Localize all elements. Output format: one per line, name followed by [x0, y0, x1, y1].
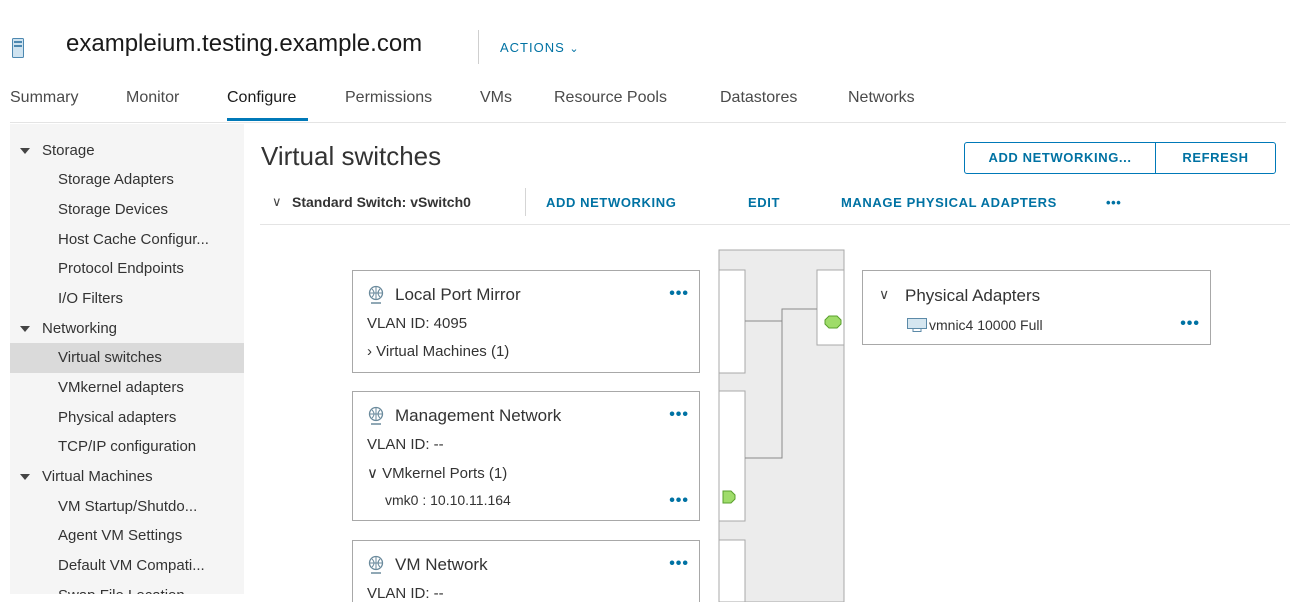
add-networking-button[interactable]: ADD NETWORKING... — [965, 143, 1156, 173]
manage-physical-adapters-link[interactable]: MANAGE PHYSICAL ADAPTERS — [841, 195, 1057, 210]
sidebar-group-virtual-machines[interactable]: Virtual Machines — [10, 462, 244, 492]
expander-label: VMkernel Ports (1) — [382, 465, 508, 482]
sidebar-item-vmkernel-adapters[interactable]: VMkernel adapters — [10, 373, 244, 403]
switch-name: Standard Switch: vSwitch0 — [292, 194, 471, 210]
network-globe-icon — [368, 406, 384, 425]
switch-more-button[interactable]: ••• — [1106, 195, 1121, 210]
actions-label: ACTIONS — [500, 40, 565, 55]
uplink-slot — [816, 269, 845, 346]
sidebar-item-vm-startup[interactable]: VM Startup/Shutdo... — [10, 492, 244, 522]
chevron-down-icon: ∨ — [367, 465, 378, 482]
sidebar-item-virtual-switches[interactable]: Virtual switches — [10, 343, 244, 373]
caret-down-icon — [20, 326, 30, 332]
sidebar-group-storage[interactable]: Storage — [10, 136, 244, 166]
nic-icon — [907, 318, 927, 332]
chevron-down-icon: ⌄ — [569, 43, 580, 55]
uplink-connected-icon — [824, 315, 842, 329]
more-options-icon[interactable]: ••• — [669, 285, 689, 303]
nic-label[interactable]: vmnic4 10000 Full — [929, 317, 1043, 333]
port-group-name: Management Network — [395, 406, 562, 425]
port-group-management-network[interactable]: Management Network ••• VLAN ID: -- ∨ VMk… — [352, 391, 700, 521]
physical-adapters-title: Physical Adapters — [905, 286, 1041, 305]
page-title: Virtual switches — [261, 141, 442, 171]
port-slot — [718, 269, 746, 374]
sidebar-group-label: Networking — [42, 320, 118, 337]
chevron-down-icon[interactable]: ∨ — [272, 194, 282, 210]
port-group-name: Local Port Mirror — [395, 285, 521, 304]
caret-down-icon — [20, 148, 30, 154]
toolbar-divider — [525, 188, 526, 216]
tab-monitor[interactable]: Monitor — [126, 89, 179, 107]
sidebar: Storage Storage Adapters Storage Devices… — [10, 124, 244, 594]
sidebar-item-storage-adapters[interactable]: Storage Adapters — [10, 165, 244, 195]
vlan-id: VLAN ID: 4095 — [367, 315, 468, 332]
network-globe-icon — [368, 555, 384, 574]
network-globe-icon — [368, 285, 384, 304]
tab-permissions[interactable]: Permissions — [345, 89, 432, 107]
more-options-icon[interactable]: ••• — [669, 555, 689, 573]
sidebar-item-host-cache[interactable]: Host Cache Configur... — [10, 225, 244, 255]
virtual-machines-expander[interactable]: › Virtual Machines (1) — [367, 343, 509, 360]
sidebar-item-storage-devices[interactable]: Storage Devices — [10, 195, 244, 225]
port-group-vm-network[interactable]: VM Network ••• VLAN ID: -- — [352, 540, 700, 602]
header-divider — [478, 30, 479, 64]
switch-add-networking-link[interactable]: ADD NETWORKING — [546, 195, 676, 210]
expander-label: Virtual Machines (1) — [376, 343, 510, 360]
vmkernel-port[interactable]: vmk0 : 10.10.11.164 — [385, 492, 511, 508]
tabs-divider — [10, 122, 1286, 123]
sidebar-group-label: Virtual Machines — [42, 468, 153, 485]
tab-networks[interactable]: Networks — [848, 89, 915, 107]
more-options-icon[interactable]: ••• — [669, 492, 689, 510]
caret-down-icon — [20, 474, 30, 480]
port-connected-icon — [722, 490, 736, 504]
chevron-down-icon[interactable]: ∨ — [879, 286, 889, 303]
sidebar-group-label: Storage — [42, 142, 95, 159]
sidebar-item-io-filters[interactable]: I/O Filters — [10, 284, 244, 314]
more-options-icon[interactable]: ••• — [669, 406, 689, 424]
switch-diagram — [718, 249, 845, 602]
sidebar-item-agent-vm-settings[interactable]: Agent VM Settings — [10, 521, 244, 551]
sidebar-item-tcpip-configuration[interactable]: TCP/IP configuration — [10, 432, 244, 462]
tab-resource-pools[interactable]: Resource Pools — [554, 89, 667, 107]
host-icon — [12, 38, 24, 58]
refresh-button[interactable]: REFRESH — [1156, 143, 1275, 173]
tab-vms[interactable]: VMs — [480, 89, 512, 107]
sidebar-group-networking[interactable]: Networking — [10, 314, 244, 344]
tab-summary[interactable]: Summary — [10, 89, 78, 107]
tab-configure[interactable]: Configure — [227, 89, 296, 107]
actions-button[interactable]: ACTIONS ⌄ — [500, 40, 580, 55]
switch-edit-link[interactable]: EDIT — [748, 195, 780, 210]
switch-toolbar: ∨ Standard Switch: vSwitch0 ADD NETWORKI… — [260, 184, 1290, 225]
more-options-icon[interactable]: ••• — [1180, 315, 1200, 333]
port-group-name: VM Network — [395, 555, 488, 574]
active-tab-indicator — [227, 118, 308, 121]
tab-datastores[interactable]: Datastores — [720, 89, 797, 107]
chevron-right-icon: › — [367, 343, 372, 360]
vlan-id: VLAN ID: -- — [367, 436, 444, 453]
vlan-id: VLAN ID: -- — [367, 585, 444, 602]
sidebar-item-protocol-endpoints[interactable]: Protocol Endpoints — [10, 254, 244, 284]
vmkernel-ports-expander[interactable]: ∨ VMkernel Ports (1) — [367, 464, 507, 482]
port-slot — [718, 539, 746, 602]
sidebar-item-swap-file[interactable]: Swap File Location — [10, 581, 244, 594]
sidebar-item-default-vm-compat[interactable]: Default VM Compati... — [10, 551, 244, 581]
host-title: exampleium.testing.example.com — [66, 30, 423, 57]
sidebar-item-physical-adapters[interactable]: Physical adapters — [10, 403, 244, 433]
physical-adapters-card: ∨ Physical Adapters vmnic4 10000 Full ••… — [862, 270, 1211, 345]
port-group-local-port-mirror[interactable]: Local Port Mirror ••• VLAN ID: 4095 › Vi… — [352, 270, 700, 373]
main-button-group: ADD NETWORKING... REFRESH — [964, 142, 1276, 174]
